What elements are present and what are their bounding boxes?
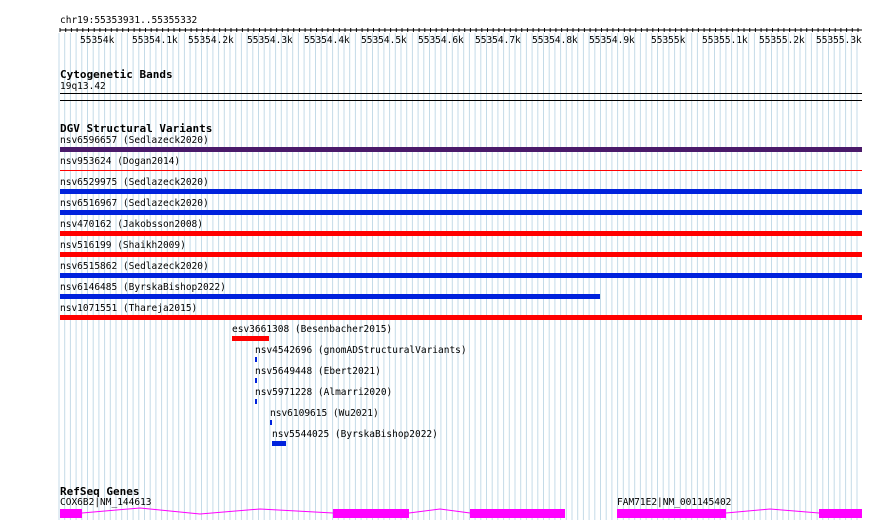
location-label: chr19:55353931..55355332	[60, 15, 198, 26]
dgv-feature-label: nsv470162 (Jakobsson2008)	[60, 219, 203, 230]
dgv-feature-label: nsv6515862 (Sedlazeck2020)	[60, 261, 209, 272]
cytoband-track-title: Cytogenetic Bands	[60, 68, 173, 81]
dgv-feature-label: nsv6109615 (Wu2021)	[270, 408, 379, 419]
dgv-feature-label: esv3661308 (Besenbacher2015)	[232, 324, 393, 335]
ruler-tick-label: 55354k	[80, 35, 115, 46]
dgv-feature-bar[interactable]	[255, 399, 257, 404]
ruler-tick-label: 55354.7k	[475, 35, 521, 46]
dgv-feature-label: nsv6529975 (Sedlazeck2020)	[60, 177, 209, 188]
refseq-exon[interactable]	[60, 509, 82, 518]
dgv-feature-label: nsv6596657 (Sedlazeck2020)	[60, 135, 209, 146]
dgv-feature-label: nsv1071551 (Thareja2015)	[60, 303, 198, 314]
dgv-feature-label: nsv4542696 (gnomADStructuralVariants)	[255, 345, 467, 356]
dgv-feature-label: nsv953624 (Dogan2014)	[60, 156, 181, 167]
dgv-feature-label: nsv516199 (Shaikh2009)	[60, 240, 186, 251]
refseq-exon[interactable]	[333, 509, 409, 518]
refseq-intron-line	[725, 508, 820, 514]
ruler-tick-label: 55354.4k	[304, 35, 350, 46]
ruler-tick-label: 55355.3k	[816, 35, 862, 46]
dgv-feature-label: nsv6146485 (ByrskaBishop2022)	[60, 282, 226, 293]
dgv-feature-label: nsv5971228 (Almarri2020)	[255, 387, 393, 398]
dgv-feature-bar[interactable]	[60, 189, 862, 194]
dgv-feature-label: nsv5649448 (Ebert2021)	[255, 366, 381, 377]
ruler-tick-label: 55355k	[651, 35, 686, 46]
genome-browser: chr19:55353931..55355332 55354k 55354.1k 5…	[0, 0, 890, 525]
dgv-feature-bar[interactable]	[60, 231, 862, 236]
dgv-feature-bar[interactable]	[60, 210, 862, 215]
ruler-tick-label: 55354.6k	[418, 35, 464, 46]
dgv-feature-bar[interactable]	[270, 420, 272, 425]
refseq-gene-label: FAM71E2|NM_001145402	[617, 497, 732, 508]
refseq-exon[interactable]	[470, 509, 565, 518]
refseq-exon[interactable]	[617, 509, 726, 518]
ruler-tick-label: 55354.8k	[532, 35, 578, 46]
dgv-track-title: DGV Structural Variants	[60, 122, 213, 135]
dgv-feature-bar[interactable]	[255, 378, 257, 383]
dgv-feature-bar[interactable]	[60, 170, 862, 171]
ruler-tick-label: 55354.1k	[132, 35, 178, 46]
ruler-tick-label: 55355.1k	[702, 35, 748, 46]
refseq-exon[interactable]	[819, 509, 862, 518]
cytoband-line-bottom	[60, 100, 862, 101]
dgv-feature-bar[interactable]	[255, 357, 257, 362]
dgv-feature-bar[interactable]	[60, 294, 600, 299]
dgv-feature-bar[interactable]	[60, 252, 862, 257]
refseq-gene-label: COX6B2|NM_144613	[60, 497, 152, 508]
dgv-feature-bar[interactable]	[272, 441, 286, 446]
cytoband-line-top	[60, 93, 862, 94]
ruler-tick-label: 55354.2k	[188, 35, 234, 46]
dgv-feature-bar[interactable]	[60, 315, 862, 320]
ruler-tick-label: 55354.3k	[247, 35, 293, 46]
ruler-tick-label: 55354.9k	[589, 35, 635, 46]
dgv-feature-bar[interactable]	[60, 147, 862, 152]
dgv-feature-label: nsv6516967 (Sedlazeck2020)	[60, 198, 209, 209]
ruler-tick-label: 55354.5k	[361, 35, 407, 46]
ruler-tick-label: 55355.2k	[759, 35, 805, 46]
dgv-feature-bar[interactable]	[60, 273, 862, 278]
dgv-feature-bar[interactable]	[232, 336, 269, 341]
dgv-feature-label: nsv5544025 (ByrskaBishop2022)	[272, 429, 438, 440]
cytoband-label[interactable]: 19q13.42	[60, 81, 106, 92]
